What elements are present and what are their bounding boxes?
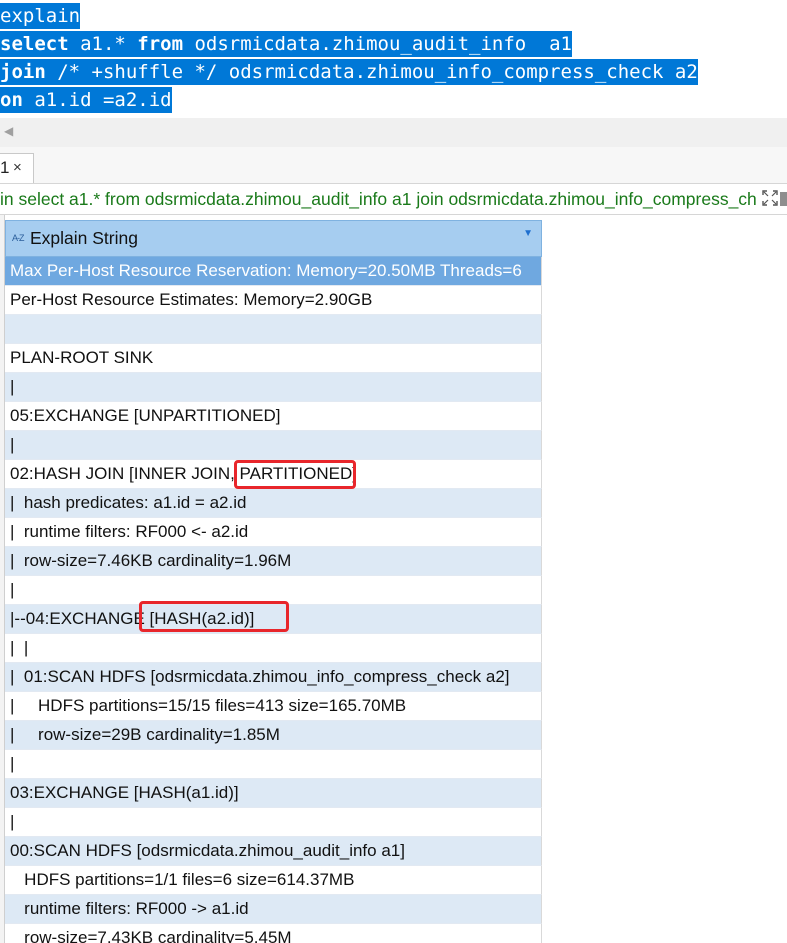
table-row[interactable]: | 01:SCAN HDFS [odsrmicdata.zhimou_info_… [5, 663, 542, 692]
highlight-box-hash-a2 [139, 601, 289, 632]
table-row[interactable]: | HDFS partitions=15/15 files=413 size=1… [5, 692, 542, 721]
text-type-icon: A-Z [12, 233, 24, 243]
table-row[interactable]: | | [5, 634, 542, 663]
table-row[interactable]: HDFS partitions=1/1 files=6 size=614.37M… [5, 866, 542, 895]
code-line-1[interactable]: explain [0, 3, 81, 29]
result-tab-strip: 1 × [0, 147, 787, 184]
table-row[interactable] [5, 315, 542, 344]
result-tab-1[interactable]: 1 × [0, 153, 34, 183]
table-row[interactable]: | [5, 431, 542, 460]
sql-editor[interactable]: explain select a1.* from odsrmicdata.zhi… [0, 0, 787, 118]
table-row[interactable]: 05:EXCHANGE [UNPARTITIONED] [5, 402, 542, 431]
table-row[interactable]: | [5, 750, 542, 779]
table-row[interactable]: PLAN-ROOT SINK [5, 344, 542, 373]
code-line-3[interactable]: join /* +shuffle */ odsrmicdata.zhimou_i… [0, 59, 698, 85]
table-row[interactable]: | row-size=29B cardinality=1.85M [5, 721, 542, 750]
highlight-box-partitioned [234, 460, 356, 489]
table-row[interactable]: | hash predicates: a1.id = a2.id [5, 489, 542, 518]
code-line-2[interactable]: select a1.* from odsrmicdata.zhimou_audi… [0, 31, 572, 57]
table-row[interactable]: | [5, 808, 542, 837]
table-row[interactable]: | row-size=7.46KB cardinality=1.96M [5, 547, 542, 576]
column-title: Explain String [30, 228, 138, 248]
grid-rows: Max Per-Host Resource Reservation: Memor… [5, 257, 542, 943]
table-row[interactable]: | [5, 373, 542, 402]
scroll-left-arrow-icon[interactable]: ◀ [4, 124, 13, 138]
table-row[interactable]: 03:EXCHANGE [HASH(a1.id)] [5, 779, 542, 808]
result-tab-label: 1 [0, 158, 10, 177]
close-icon[interactable]: × [13, 154, 22, 182]
result-grid: A-Z Explain String ▼ Max Per-Host Resour… [0, 215, 787, 943]
code-line-4[interactable]: on a1.id =a2.id [0, 87, 172, 113]
table-row[interactable]: runtime filters: RF000 -> a1.id [5, 895, 542, 924]
sort-dropdown-icon[interactable]: ▼ [523, 228, 533, 239]
editor-horizontal-scrollbar[interactable]: ◀ [0, 118, 787, 147]
table-row[interactable]: row-size=7.43KB cardinality=5.45M [5, 924, 542, 943]
table-row[interactable]: Per-Host Resource Estimates: Memory=2.90… [5, 286, 542, 315]
panel-edge-handle-icon[interactable] [780, 192, 787, 206]
column-header-explain-string[interactable]: A-Z Explain String ▼ [5, 220, 542, 257]
table-row[interactable]: 00:SCAN HDFS [odsrmicdata.zhimou_audit_i… [5, 837, 542, 866]
executed-query-text: in select a1.* from odsrmicdata.zhimou_a… [0, 189, 757, 209]
table-row[interactable]: | runtime filters: RF000 <- a2.id [5, 518, 542, 547]
expand-icon[interactable] [761, 189, 779, 207]
table-row-selected[interactable]: Max Per-Host Resource Reservation: Memor… [5, 257, 542, 286]
query-strip: in select a1.* from odsrmicdata.zhimou_a… [0, 184, 787, 215]
